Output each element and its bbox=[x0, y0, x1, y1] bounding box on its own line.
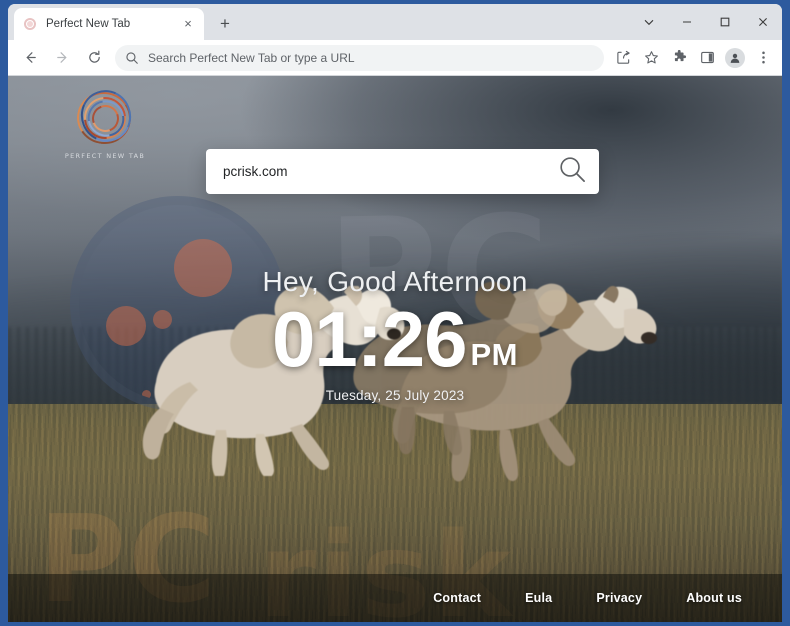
page-search-bar[interactable] bbox=[206, 149, 599, 194]
window-caption-buttons bbox=[630, 4, 782, 40]
chevron-down-icon[interactable] bbox=[630, 4, 668, 40]
search-input[interactable] bbox=[206, 164, 545, 179]
footer-link-contact[interactable]: Contact bbox=[433, 591, 481, 605]
search-icon bbox=[125, 51, 139, 65]
maximize-icon[interactable] bbox=[706, 4, 744, 40]
concentric-rings-logo-icon bbox=[72, 83, 139, 150]
new-tab-button[interactable]: + bbox=[213, 12, 237, 36]
magnifier-search-icon bbox=[558, 155, 587, 189]
brand-name: PERFECT NEW TAB bbox=[64, 152, 146, 160]
star-icon[interactable] bbox=[638, 45, 664, 71]
browser-window-inner: Perfect New Tab × + Search Perfect New T… bbox=[8, 4, 782, 622]
tab-strip: Perfect New Tab × + bbox=[8, 4, 782, 40]
footer-link-about-us[interactable]: About us bbox=[686, 591, 742, 605]
omnibox-placeholder-text: Search Perfect New Tab or type a URL bbox=[148, 50, 355, 65]
browser-window: Perfect New Tab × + Search Perfect New T… bbox=[0, 0, 790, 626]
search-submit-button[interactable] bbox=[545, 149, 599, 194]
share-icon[interactable] bbox=[610, 45, 636, 71]
tab-title: Perfect New Tab bbox=[46, 18, 131, 30]
avatar bbox=[725, 47, 745, 68]
puzzle-piece-icon[interactable] bbox=[666, 45, 692, 71]
new-tab-page: PC PC risk PERFECT NEW TAB pcrisk.com He… bbox=[8, 76, 782, 622]
profile-avatar-icon[interactable] bbox=[722, 45, 748, 71]
page-footer: Contact Eula Privacy About us bbox=[8, 574, 782, 622]
back-arrow-icon[interactable] bbox=[17, 45, 43, 71]
footer-link-privacy[interactable]: Privacy bbox=[596, 591, 642, 605]
brand-logo-block: PERFECT NEW TAB bbox=[63, 83, 147, 160]
reload-icon[interactable] bbox=[81, 45, 107, 71]
horse-left-image bbox=[142, 286, 405, 476]
footer-link-eula[interactable]: Eula bbox=[525, 591, 552, 605]
tab-perfect-new-tab[interactable]: Perfect New Tab × bbox=[14, 8, 204, 40]
browser-toolbar: Search Perfect New Tab or type a URL bbox=[8, 40, 782, 76]
forward-arrow-icon[interactable] bbox=[49, 45, 75, 71]
close-tab-icon[interactable]: × bbox=[180, 16, 196, 32]
perfect-new-tab-favicon-icon bbox=[22, 16, 38, 32]
omnibox[interactable]: Search Perfect New Tab or type a URL bbox=[115, 44, 604, 71]
close-icon[interactable] bbox=[744, 4, 782, 40]
three-dot-menu-icon[interactable] bbox=[750, 45, 776, 71]
side-panel-icon[interactable] bbox=[694, 45, 720, 71]
minimize-icon[interactable] bbox=[668, 4, 706, 40]
